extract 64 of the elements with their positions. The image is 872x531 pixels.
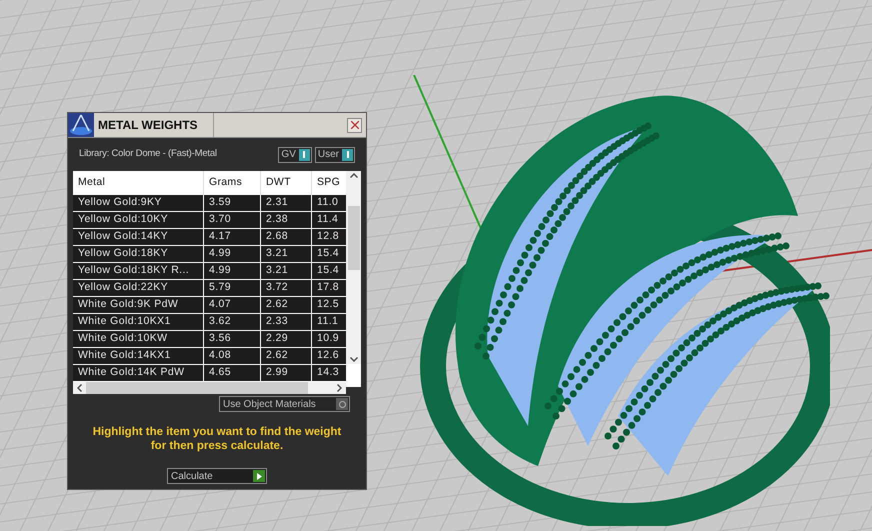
table-cell: 4.65 [203, 365, 260, 381]
dome-logo-icon [68, 113, 94, 137]
table-cell: 10.9 [311, 331, 346, 347]
table-cell: 11.0 [311, 195, 346, 211]
instruction-text: Highlight the item you want to find the weight for then press calculate. [92, 425, 342, 453]
scroll-thumb[interactable] [86, 382, 308, 394]
library-label: Library: Color Dome - (Fast)-Metal [79, 147, 218, 162]
table-cell: White Gold:14KX1 [73, 348, 203, 364]
table-cell: 12.8 [311, 229, 346, 245]
table-cell: Yellow Gold:10KY [73, 212, 203, 228]
table-cell: 3.21 [260, 263, 311, 279]
table-cell: White Gold:10KX1 [73, 314, 203, 330]
window-title: METAL WEIGHTS [98, 117, 199, 134]
table-cell: 3.59 [203, 195, 260, 211]
table-cell: 2.31 [260, 195, 311, 211]
table-cell: 2.29 [260, 331, 311, 347]
scroll-thumb[interactable] [348, 206, 360, 270]
table-cell: Yellow Gold:18KY [73, 246, 203, 262]
table-cell: Yellow Gold:14KY [73, 229, 203, 245]
toggle-button[interactable]: GV [278, 146, 312, 162]
table-cell: 3.62 [203, 314, 260, 330]
scroll-down-icon [350, 357, 358, 362]
table-cell: 3.70 [203, 212, 260, 228]
table-cell: 3.56 [203, 331, 260, 347]
table-cell: 3.21 [260, 246, 311, 262]
toggle-button[interactable]: User [314, 146, 355, 162]
table-cell: 3.72 [260, 280, 311, 296]
table-cell: 2.38 [260, 212, 311, 228]
table-cell: 4.08 [203, 348, 260, 364]
table-cell: 4.99 [203, 246, 260, 262]
table-cell: White Gold:9K PdW [73, 297, 203, 313]
horizontal-scrollbar[interactable] [73, 382, 346, 394]
table-cell: Yellow Gold:9KY [73, 195, 203, 211]
column-header[interactable]: Metal [73, 171, 203, 195]
scroll-left-icon [77, 384, 82, 392]
table-cell: 2.62 [260, 348, 311, 364]
table-cell: 4.17 [203, 229, 260, 245]
table-cell: 12.5 [311, 297, 346, 313]
table-cell: 4.07 [203, 297, 260, 313]
table-cell: 2.62 [260, 297, 311, 313]
table-cell: 4.99 [203, 263, 260, 279]
table-cell: 15.4 [311, 263, 346, 279]
play-icon [256, 472, 262, 480]
table-cell: White Gold:14K PdW [73, 365, 203, 381]
table-cell: 15.4 [311, 246, 346, 262]
scroll-up-icon [350, 173, 358, 178]
vertical-scrollbar[interactable] [346, 171, 361, 364]
table-cell: Yellow Gold:18KY R... [73, 263, 203, 279]
table-cell: 2.33 [260, 314, 311, 330]
table-cell: 12.6 [311, 348, 346, 364]
use-object-materials-toggle[interactable]: Use Object Materials [219, 396, 350, 412]
table-cell: Yellow Gold:22KY [73, 280, 203, 296]
close-button[interactable] [347, 118, 362, 132]
table-cell: 2.99 [260, 365, 311, 381]
table-cell: 14.3 [311, 365, 346, 381]
table-cell: White Gold:10KW [73, 331, 203, 347]
table-cell: 17.8 [311, 280, 346, 296]
table-cell: 11.1 [311, 314, 346, 330]
table-cell: 5.79 [203, 280, 260, 296]
close-icon [350, 121, 358, 129]
table-cell: 2.68 [260, 229, 311, 245]
scroll-right-icon [337, 384, 342, 392]
table-cell: 11.4 [311, 212, 346, 228]
calculate-button[interactable]: Calculate [167, 468, 267, 484]
